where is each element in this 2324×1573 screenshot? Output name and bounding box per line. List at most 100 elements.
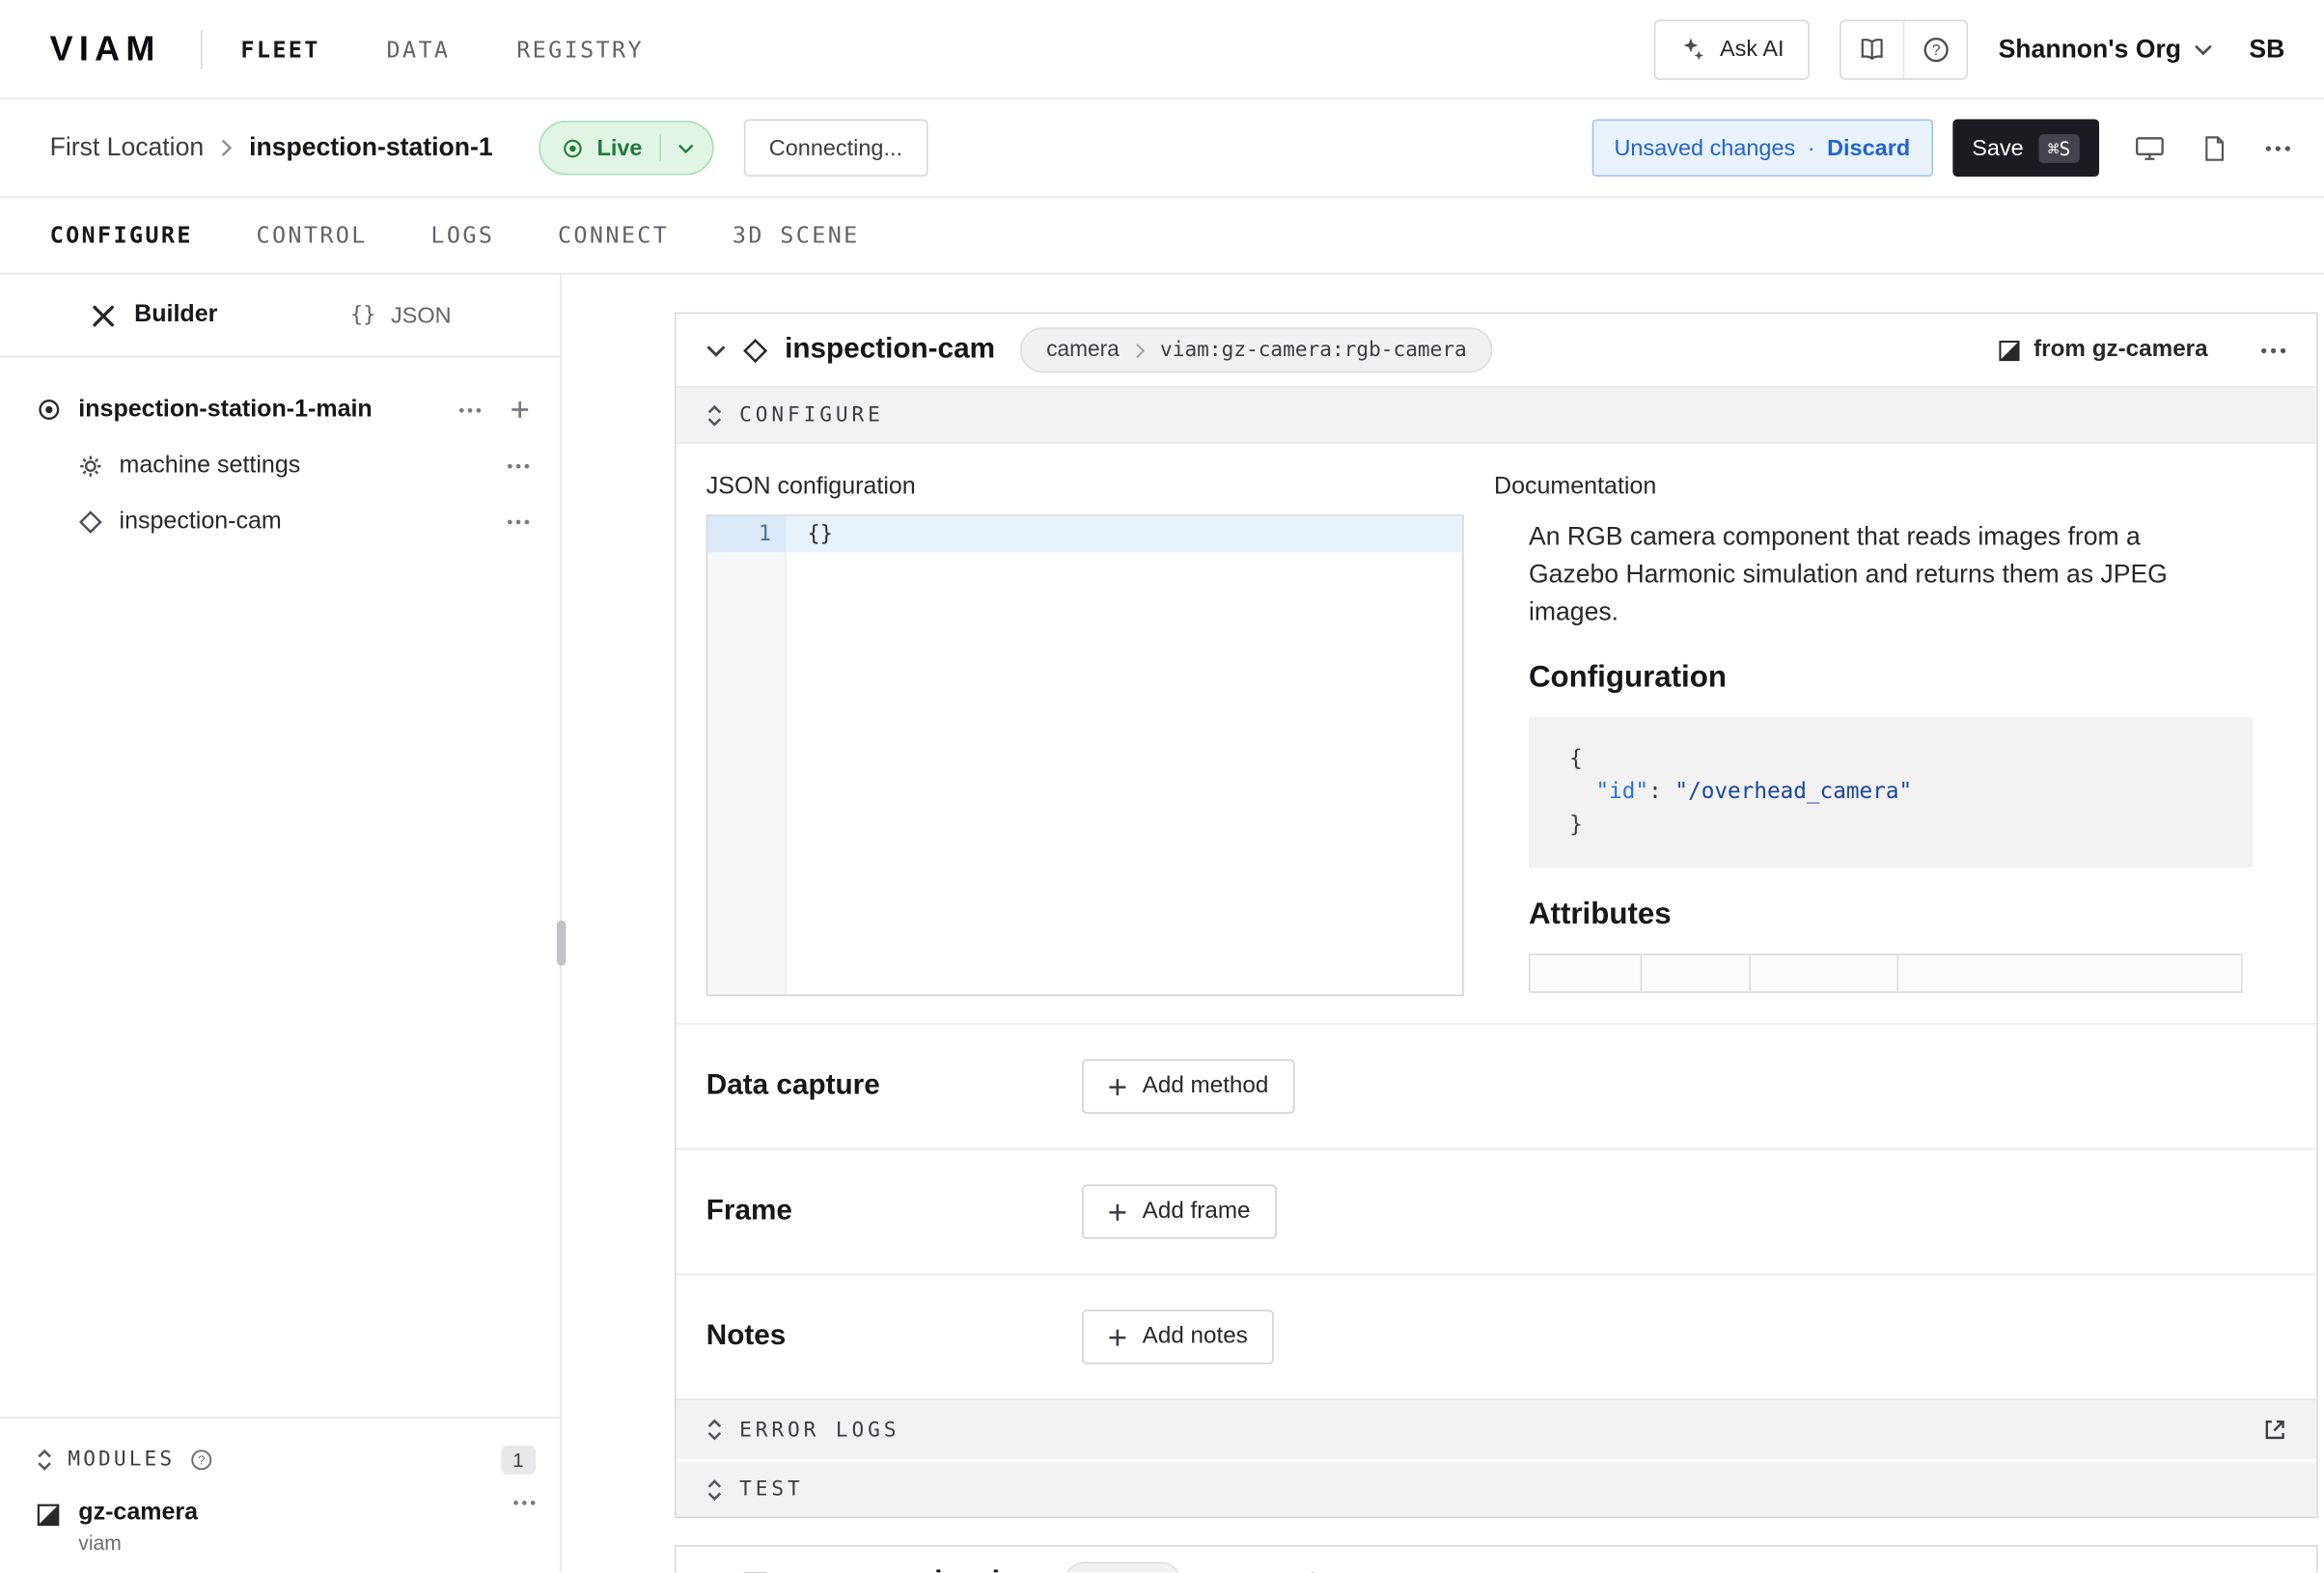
divider xyxy=(200,29,202,69)
viam-app: VIAM FLEET DATA REGISTRY Ask AI xyxy=(0,0,2324,1573)
add-method-button[interactable]: Add method xyxy=(1082,1060,1294,1114)
add-notes-label: Add notes xyxy=(1143,1323,1248,1350)
tab-logs[interactable]: LOGS xyxy=(430,222,494,249)
monitor-icon[interactable] xyxy=(2136,135,2165,161)
kebab-menu-icon[interactable] xyxy=(507,518,529,524)
editor-gutter xyxy=(707,552,786,994)
plus-icon xyxy=(1108,1201,1127,1221)
unsaved-changes-label: Unsaved changes xyxy=(1614,135,1795,161)
error-logs-title: ERROR LOGS xyxy=(739,1418,899,1442)
frame-section: Frame Add frame xyxy=(677,1148,2317,1274)
org-switcher[interactable]: Shannon's Org xyxy=(1999,34,2213,64)
tab-configure[interactable]: CONFIGURE xyxy=(50,222,193,249)
sparkle-icon xyxy=(1679,37,1705,63)
modules-count-badge: 1 xyxy=(501,1445,536,1474)
nav-item-data[interactable]: DATA xyxy=(387,36,451,63)
document-icon[interactable] xyxy=(2203,135,2226,161)
code-line: } xyxy=(1569,809,2223,842)
primary-nav: FLEET DATA REGISTRY xyxy=(240,36,644,63)
code-line: "id": "/overhead_camera" xyxy=(1569,776,2223,809)
json-configuration-column: JSON configuration 1 {} xyxy=(706,474,1464,996)
json-config-editor[interactable]: 1 {} xyxy=(706,514,1464,996)
kebab-menu-icon[interactable] xyxy=(507,462,529,468)
user-avatar[interactable]: SB xyxy=(2249,34,2284,64)
save-button[interactable]: Save ⌘S xyxy=(1952,120,2099,177)
viam-logo[interactable]: VIAM xyxy=(50,29,161,69)
configure-section-title: CONFIGURE xyxy=(739,402,884,427)
add-method-label: Add method xyxy=(1143,1073,1269,1100)
doc-config-example: { "id": "/overhead_camera" } xyxy=(1529,717,2254,868)
builder-toggle[interactable]: Builder xyxy=(134,302,217,329)
external-link-icon[interactable] xyxy=(2263,1419,2285,1441)
tree-item-inspection-cam[interactable]: inspection-cam xyxy=(0,493,560,549)
machine-tree: inspection-station-1-main machine xyxy=(0,358,560,550)
divider xyxy=(659,134,661,161)
from-module-label: from gz-camera xyxy=(2034,337,2208,364)
kebab-menu-icon[interactable] xyxy=(2265,144,2291,152)
data-capture-title: Data capture xyxy=(706,1070,1082,1103)
question-circle-icon[interactable]: ? xyxy=(190,1448,212,1470)
tab-connect[interactable]: CONNECT xyxy=(558,222,669,249)
module-card-name: gz-camera by viam xyxy=(785,1566,1041,1572)
component-card-inspection-cam: inspection-cam camera viam:gz-camera:rgb… xyxy=(675,313,2318,1518)
tree-item-machine-part[interactable]: inspection-station-1-main xyxy=(0,382,560,438)
tree-item-label: inspection-cam xyxy=(120,508,282,535)
module-list-item[interactable]: gz-camera viam xyxy=(37,1488,537,1555)
separator-dot: · xyxy=(1808,135,1815,161)
help-group: ? xyxy=(1840,19,1968,80)
add-frame-label: Add frame xyxy=(1143,1199,1251,1226)
live-status-dropdown[interactable]: Live xyxy=(539,121,713,175)
nav-item-fleet[interactable]: FLEET xyxy=(240,36,319,63)
broadcast-icon xyxy=(37,397,63,423)
book-icon xyxy=(1858,38,1887,60)
machine-bar: First Location inspection-station-1 Live… xyxy=(0,99,2324,198)
kebab-menu-icon[interactable] xyxy=(2260,346,2286,354)
nav-item-registry[interactable]: REGISTRY xyxy=(516,36,644,63)
doc-configuration-heading: Configuration xyxy=(1529,661,2256,696)
unfold-icon[interactable] xyxy=(37,1448,53,1470)
svg-text:?: ? xyxy=(1931,41,1940,58)
gear-icon xyxy=(78,454,102,478)
registry-link[interactable]: Registry xyxy=(1231,1569,1352,1572)
ask-ai-label: Ask AI xyxy=(1720,37,1784,63)
documentation-panel[interactable]: An RGB camera component that reads image… xyxy=(1494,514,2286,996)
docs-button[interactable] xyxy=(1841,20,1903,77)
kebab-menu-icon[interactable] xyxy=(458,406,481,412)
external-link-icon xyxy=(1231,1572,1253,1573)
discard-link[interactable]: Discard xyxy=(1827,135,1910,161)
from-module-link[interactable]: from gz-camera xyxy=(1998,337,2208,364)
editor-line-number: 1 xyxy=(707,516,786,553)
code-key: "id" xyxy=(1596,780,1649,804)
error-logs-bar[interactable]: ERROR LOGS xyxy=(677,1398,2317,1459)
json-toggle[interactable]: {} JSON xyxy=(350,303,452,329)
machine-tabs: CONFIGURE CONTROL LOGS CONNECT 3D SCENE xyxy=(0,198,2324,275)
tab-control[interactable]: CONTROL xyxy=(256,222,367,249)
table-header-cell xyxy=(1529,953,1642,993)
connecting-button[interactable]: Connecting... xyxy=(743,120,927,177)
component-model-pill: viam:gz-camera:rgb-camera xyxy=(1145,338,1481,362)
add-frame-button[interactable]: Add frame xyxy=(1082,1184,1276,1238)
save-shortcut: ⌘S xyxy=(2038,133,2079,162)
chevron-down-icon[interactable] xyxy=(706,344,726,357)
tab-3d-scene[interactable]: 3D SCENE xyxy=(733,222,860,249)
component-type-pills: camera viam:gz-camera:rgb-camera xyxy=(1021,327,1493,373)
kebab-menu-icon[interactable] xyxy=(513,1500,536,1505)
add-notes-button[interactable]: Add notes xyxy=(1082,1310,1273,1364)
component-name: inspection-cam xyxy=(785,334,995,367)
org-name: Shannon's Org xyxy=(1999,34,2181,64)
table-header-cell xyxy=(1641,953,1751,993)
module-icon xyxy=(1998,339,2020,361)
plus-icon[interactable] xyxy=(511,400,530,419)
tree-item-machine-settings[interactable]: machine settings xyxy=(0,437,560,493)
registry-label: Registry xyxy=(1267,1569,1353,1572)
ask-ai-button[interactable]: Ask AI xyxy=(1653,19,1810,80)
test-bar[interactable]: TEST xyxy=(677,1459,2317,1516)
breadcrumb-location[interactable]: First Location xyxy=(50,133,205,163)
documentation-label: Documentation xyxy=(1494,474,2286,501)
sidebar-resize-handle[interactable] xyxy=(557,921,566,966)
save-label: Save xyxy=(1972,135,2023,161)
configure-section-bar[interactable]: CONFIGURE xyxy=(677,386,2317,443)
documentation-column: Documentation An RGB camera component th… xyxy=(1494,474,2286,996)
chevron-right-icon xyxy=(1134,342,1145,358)
help-button[interactable]: ? xyxy=(1905,20,1967,77)
